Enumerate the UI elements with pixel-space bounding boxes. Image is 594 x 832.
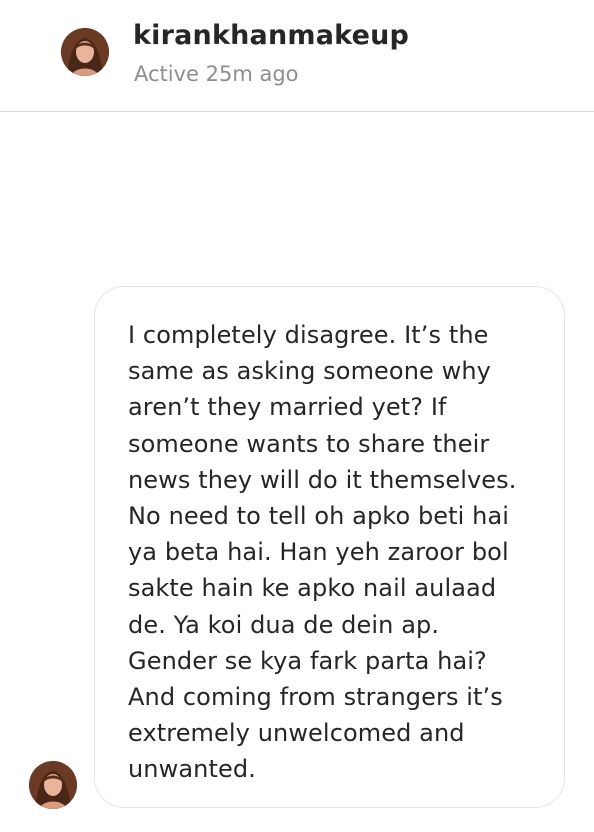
profile-avatar[interactable] bbox=[61, 28, 109, 76]
sender-avatar[interactable] bbox=[29, 761, 77, 809]
profile-photo-icon bbox=[29, 761, 77, 809]
active-status: Active 25m ago bbox=[134, 62, 299, 86]
chat-header: kirankhanmakeup Active 25m ago bbox=[0, 0, 594, 112]
message-text: I completely disagree. It’s the same as … bbox=[128, 321, 517, 784]
chat-username[interactable]: kirankhanmakeup bbox=[133, 20, 409, 51]
profile-photo-icon bbox=[61, 28, 109, 76]
message-bubble[interactable]: I completely disagree. It’s the same as … bbox=[94, 286, 565, 808]
